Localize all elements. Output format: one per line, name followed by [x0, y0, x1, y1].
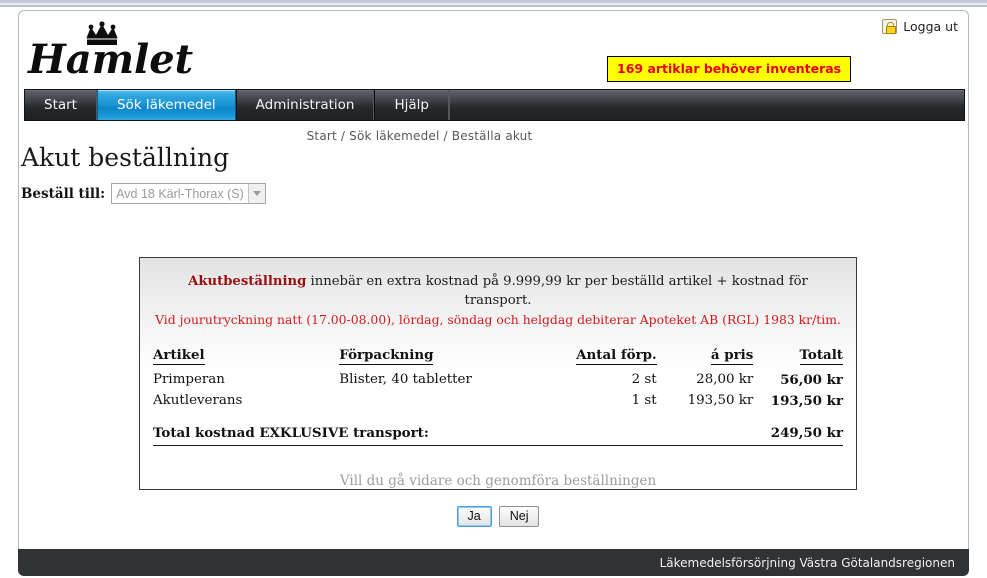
confirm-question: Vill du gå vidare och genomföra beställn…: [339, 472, 657, 489]
nav-filler: [448, 90, 964, 120]
confirm-no-button[interactable]: Nej: [498, 505, 540, 527]
table-row: Akutleverans 1 st 193,50 kr 193,50 kr: [153, 388, 843, 409]
cell-antal: 2 st: [631, 372, 657, 388]
inventory-alert-badge[interactable]: 169 artiklar behöver inventeras: [607, 56, 852, 82]
col-forpackning: Förpackning: [339, 346, 434, 365]
cell-artikel: Primperan: [153, 372, 225, 388]
notice-strong: Akutbeställning: [188, 274, 307, 289]
main-navigation: Start Sök läkemedel Administration Hjälp: [24, 89, 965, 121]
cell-forpackning: Blister, 40 tabletter: [339, 372, 472, 388]
notice-rest: innebär en extra kostnad på 9.999,99 kr …: [306, 274, 808, 309]
cell-forpackning: [339, 388, 546, 409]
cell-totalt: 193,50 kr: [770, 392, 843, 409]
order-destination-label: Beställ till:: [21, 185, 106, 202]
cell-apris: 28,00 kr: [696, 372, 754, 388]
department-select[interactable]: Avd 18 Kärl-Thorax (S): [111, 183, 267, 204]
col-apris: á pris: [710, 346, 754, 365]
footer-text: Läkemedelsförsörjning Västra Götalandsre…: [659, 555, 955, 570]
site-footer: Läkemedelsförsörjning Västra Götalandsre…: [18, 549, 969, 576]
total-label: Total kostnad EXKLUSIVE transport:: [153, 408, 754, 446]
window-top-rule-inner: [0, 5, 987, 7]
logo-wordmark: Hamlet: [27, 36, 194, 80]
table-total-row: Total kostnad EXKLUSIVE transport: 249,5…: [153, 408, 843, 446]
logout-label: Logga ut: [903, 19, 958, 34]
order-items-table: Artikel Förpackning Antal förp. á pris T…: [153, 347, 843, 446]
hamlet-logo[interactable]: Hamlet: [24, 18, 204, 80]
cell-apris: 193,50 kr: [687, 393, 754, 409]
site-header: Hamlet Logga ut 169 artiklar behöver inv…: [19, 11, 968, 89]
table-row: Primperan Blister, 40 tabletter 2 st 28,…: [153, 367, 843, 388]
order-destination-row: Beställ till: Avd 18 Kärl-Thorax (S): [21, 183, 267, 204]
cell-antal: 1 st: [631, 393, 657, 409]
department-select-value: Avd 18 Kärl-Thorax (S): [116, 186, 244, 201]
page-title: Akut beställning: [21, 143, 230, 172]
logout-link[interactable]: Logga ut: [882, 19, 958, 34]
nav-label: Start: [44, 97, 77, 113]
nav-item-hjalp[interactable]: Hjälp: [374, 90, 449, 120]
confirm-yes-button[interactable]: Ja: [456, 505, 492, 527]
total-value: 249,50 kr: [753, 408, 843, 446]
table-header-row: Artikel Förpackning Antal förp. á pris T…: [153, 347, 843, 367]
col-antal: Antal förp.: [576, 346, 657, 365]
cell-totalt: 56,00 kr: [780, 371, 843, 388]
nav-item-administration[interactable]: Administration: [235, 90, 375, 120]
notice-primary: Akutbeställning innebär en extra kostnad…: [153, 272, 843, 310]
chevron-down-icon: [248, 184, 266, 203]
nav-item-start[interactable]: Start: [25, 90, 97, 120]
nav-item-sok-lakemedel[interactable]: Sök läkemedel: [96, 90, 236, 120]
cell-artikel: Akutleverans: [153, 393, 243, 409]
nav-label: Sök läkemedel: [116, 97, 216, 113]
breadcrumb: Start / Sök läkemedel / Beställa akut: [306, 129, 533, 143]
lock-icon: [882, 19, 898, 34]
notice-secondary: Vid jourutryckning natt (17.00-08.00), l…: [155, 312, 841, 328]
order-confirmation-panel: Akutbeställning innebär en extra kostnad…: [139, 257, 857, 527]
nav-label: Hjälp: [394, 97, 429, 113]
confirm-button-group: Ja Nej: [153, 505, 843, 527]
col-artikel: Artikel: [153, 346, 205, 365]
nav-label: Administration: [255, 97, 355, 113]
col-totalt: Totalt: [799, 346, 843, 365]
application-card: Hamlet Logga ut 169 artiklar behöver inv…: [18, 10, 969, 550]
